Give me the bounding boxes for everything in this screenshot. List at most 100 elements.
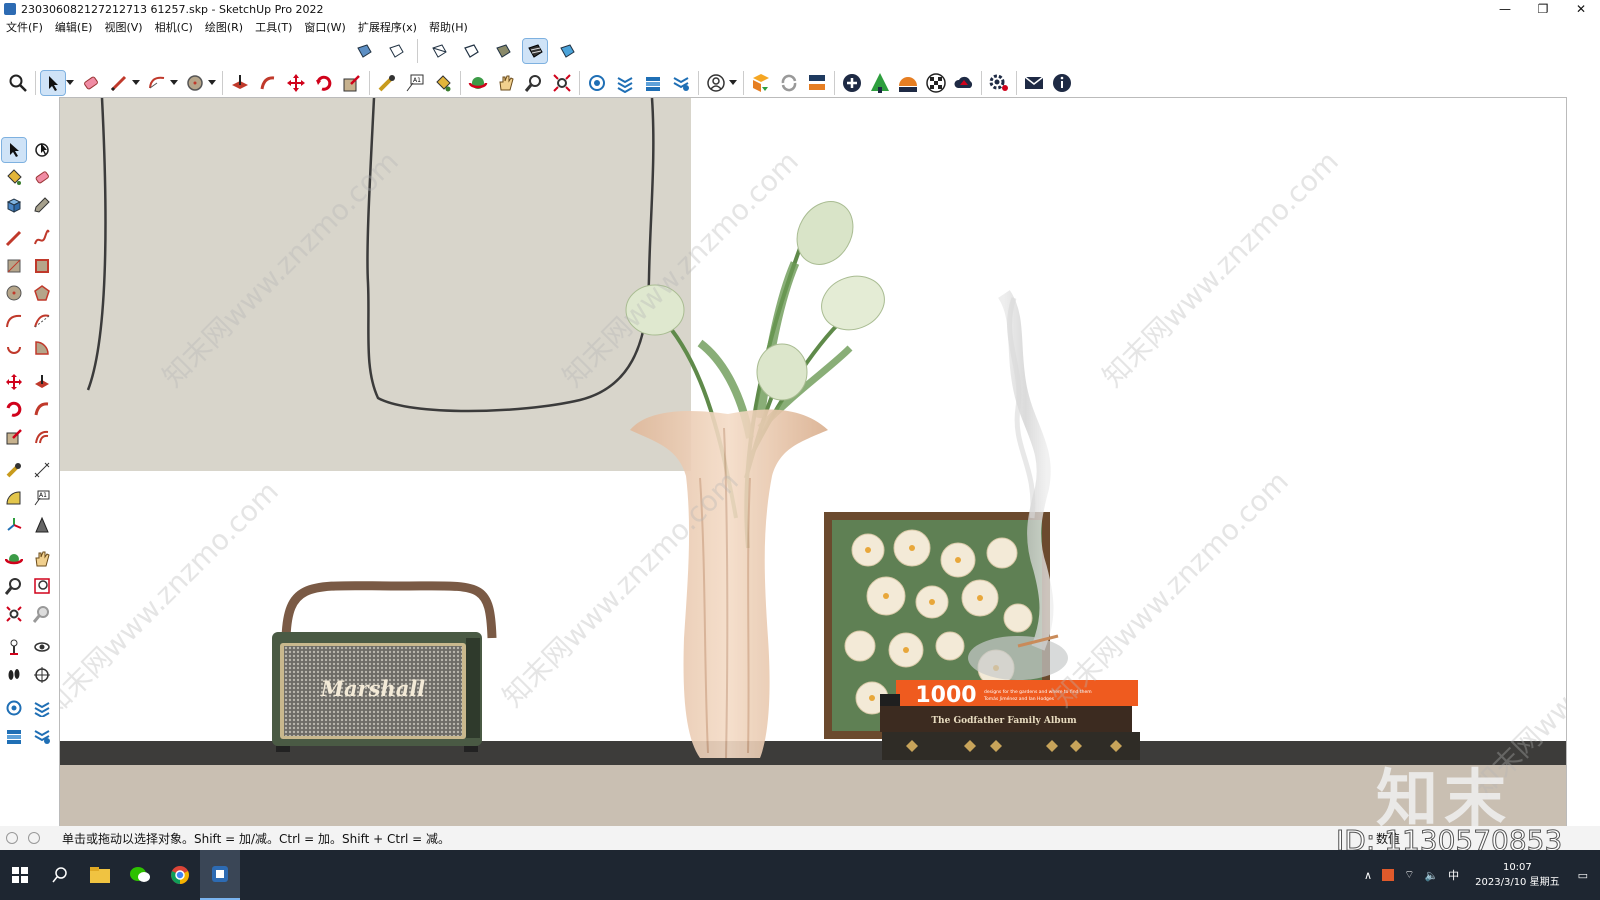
menu-draw[interactable]: 绘图(R) (205, 19, 243, 35)
menu-file[interactable]: 文件(F) (6, 19, 43, 35)
chevron-up-icon[interactable]: ∧ (1364, 869, 1372, 882)
tape-measure-icon[interactable] (375, 71, 399, 95)
rotate-icon[interactable] (2, 397, 26, 421)
polygon-tool-icon[interactable] (30, 281, 54, 305)
back-edges-icon[interactable] (384, 39, 408, 63)
previous-view-icon[interactable] (30, 602, 54, 626)
monochrome-icon[interactable] (555, 39, 579, 63)
circle-tool-icon[interactable] (183, 71, 207, 95)
pan-hand-icon[interactable] (30, 547, 54, 571)
layout-send-icon[interactable] (641, 71, 665, 95)
file-explorer-icon[interactable] (80, 850, 120, 900)
paint-bucket-icon[interactable] (431, 71, 455, 95)
menu-tools[interactable]: 工具(T) (255, 19, 292, 35)
pan-hand-icon[interactable] (494, 71, 518, 95)
eraser-icon[interactable] (30, 165, 54, 189)
cloud-upload-icon[interactable] (952, 71, 976, 95)
menu-window[interactable]: 窗口(W) (304, 19, 345, 35)
follow-me-icon[interactable] (256, 71, 280, 95)
section-plane-icon[interactable] (30, 663, 54, 687)
circle-tool-icon[interactable] (2, 281, 26, 305)
layout-send-icon[interactable] (2, 724, 26, 748)
pencil-icon[interactable] (107, 71, 131, 95)
tape-measure-icon[interactable] (2, 458, 26, 482)
info-icon[interactable] (1050, 71, 1074, 95)
three-point-arc-icon[interactable] (2, 336, 26, 360)
axes-icon[interactable] (2, 513, 26, 537)
ime-indicator[interactable]: 中 (1448, 867, 1459, 883)
move-icon[interactable] (284, 71, 308, 95)
zoom-extents-icon[interactable] (2, 602, 26, 626)
menu-edit[interactable]: 编辑(E) (55, 19, 93, 35)
extension-manager-icon[interactable] (669, 71, 693, 95)
wifi-icon[interactable]: ⌔ (1404, 868, 1414, 882)
clock[interactable]: 10:07 2023/3/10 星期五 (1475, 860, 1559, 890)
move-icon[interactable] (2, 370, 26, 394)
zoom-icon[interactable] (2, 574, 26, 598)
add-circle-icon[interactable] (840, 71, 864, 95)
arc-icon[interactable] (145, 71, 169, 95)
paint-bucket-icon[interactable] (2, 165, 26, 189)
eraser-icon[interactable] (79, 71, 103, 95)
sunset-plugin-icon[interactable] (896, 71, 920, 95)
shaded-textures-icon[interactable] (522, 38, 548, 64)
3d-warehouse-icon[interactable] (585, 71, 609, 95)
refresh-icon[interactable] (777, 71, 801, 95)
menu-help[interactable]: 帮助(H) (429, 19, 468, 35)
walk-footprints-icon[interactable] (2, 663, 26, 687)
line-tool-icon[interactable] (2, 226, 26, 250)
close-button[interactable]: ✕ (1562, 0, 1600, 18)
protractor-icon[interactable] (2, 486, 26, 510)
geo-location-icon[interactable] (6, 832, 18, 844)
tray-app-icon[interactable] (1382, 869, 1395, 881)
arc-icon[interactable] (2, 309, 26, 333)
menu-extensions[interactable]: 扩展程序(x) (358, 19, 417, 35)
account-dropdown-icon[interactable] (728, 71, 738, 95)
notification-icon[interactable]: ▭ (1578, 869, 1588, 882)
text-tool-icon[interactable]: A1 (403, 71, 427, 95)
push-pull-icon[interactable] (228, 71, 252, 95)
make-component-icon[interactable] (2, 193, 26, 217)
credits-info-icon[interactable] (28, 832, 40, 844)
settings-gears-icon[interactable] (987, 71, 1011, 95)
offset-icon[interactable] (30, 425, 54, 449)
orbit-select-icon[interactable] (30, 138, 54, 162)
wechat-icon[interactable] (120, 850, 160, 900)
zoom-icon[interactable] (522, 71, 546, 95)
two-point-arc-icon[interactable] (30, 309, 54, 333)
look-around-icon[interactable] (30, 635, 54, 659)
model-viewport[interactable]: Marshall The Godfather Family Album 1000… (60, 98, 1566, 826)
select-arrow-icon[interactable] (1, 136, 27, 163)
plugin-export-icon[interactable] (749, 71, 773, 95)
rectangle-icon[interactable] (2, 254, 26, 278)
sketchup-taskbar-icon[interactable] (200, 850, 240, 900)
windows-start-icon[interactable] (0, 850, 40, 900)
search-icon[interactable] (40, 850, 80, 900)
select-dropdown-icon[interactable] (65, 71, 75, 95)
account-icon[interactable] (704, 71, 728, 95)
restore-button[interactable]: ❐ (1524, 0, 1562, 18)
arc-dropdown-icon[interactable] (169, 71, 179, 95)
search-icon[interactable] (6, 71, 30, 95)
rotated-rectangle-icon[interactable] (30, 254, 54, 278)
push-pull-icon[interactable] (30, 370, 54, 394)
select-arrow-icon[interactable] (40, 70, 66, 96)
pencil-dropdown-icon[interactable] (131, 71, 141, 95)
text-tool-icon[interactable]: A1 (30, 486, 54, 510)
menu-camera[interactable]: 相机(C) (155, 19, 193, 35)
extension-manager-icon[interactable] (30, 724, 54, 748)
chrome-icon[interactable] (160, 850, 200, 900)
dimension-icon[interactable] (30, 458, 54, 482)
3d-warehouse-icon[interactable] (2, 696, 26, 720)
shaded-icon[interactable] (491, 39, 515, 63)
shape-dropdown-icon[interactable] (207, 71, 217, 95)
scale-icon[interactable] (2, 425, 26, 449)
tag-tool-icon[interactable] (30, 193, 54, 217)
orbit-icon[interactable] (2, 547, 26, 571)
hidden-line-icon[interactable] (459, 39, 483, 63)
position-camera-icon[interactable] (2, 635, 26, 659)
volume-icon[interactable]: 🔈 (1424, 869, 1438, 882)
extension-warehouse-icon[interactable] (613, 71, 637, 95)
wireframe-icon[interactable] (427, 39, 451, 63)
minimize-button[interactable]: — (1486, 0, 1524, 18)
